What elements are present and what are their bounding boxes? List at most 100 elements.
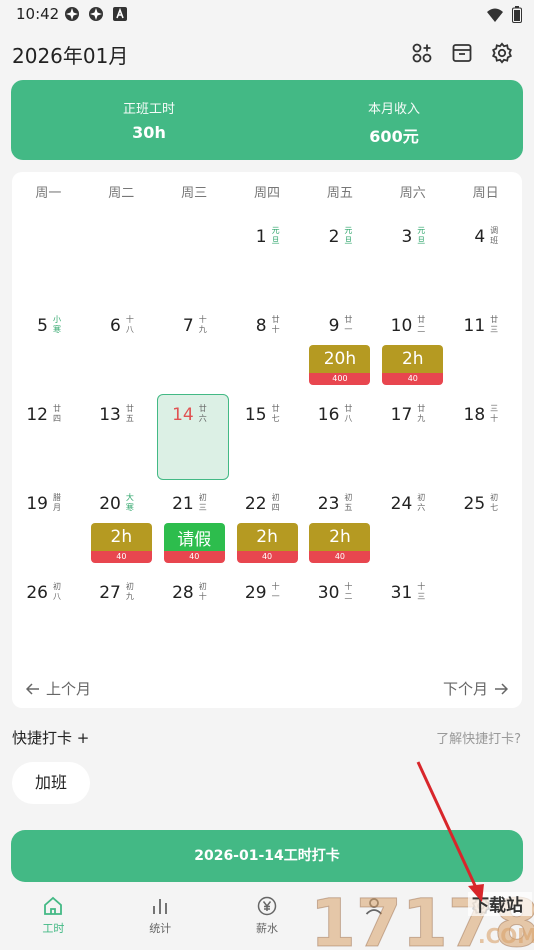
calendar-day[interactable]: 17 廿九	[376, 386, 449, 475]
lunar-date: 初十	[198, 582, 207, 601]
calendar-day[interactable]: 20 大寒 2h 40	[85, 475, 158, 564]
tab-salary-label: 薪水	[255, 922, 278, 935]
weekday-label: 周五	[326, 186, 353, 201]
watermark-logo: 17178 下载站 .COM	[310, 888, 534, 950]
calendar-day[interactable]: 30 十二	[303, 564, 376, 653]
tab-salary[interactable]: 薪水	[214, 896, 321, 936]
day-number: 20	[99, 494, 121, 514]
quick-punch-title[interactable]: 快捷打卡 +	[12, 727, 89, 748]
lunar-date: 廿一	[344, 315, 353, 334]
next-month-button[interactable]: 下个月	[443, 678, 508, 699]
calendar-day[interactable]: 7 十九	[158, 297, 231, 386]
day-number: 29	[244, 583, 267, 603]
home-icon	[44, 896, 63, 915]
calendar-day[interactable]: 29 十一	[231, 564, 304, 653]
weekday-label: 周一	[35, 186, 62, 201]
badge-amount: 40	[382, 373, 444, 385]
calendar-day[interactable]: 10 廿二 2h 40	[376, 297, 449, 386]
calendar-day[interactable]: 15 廿七	[231, 386, 304, 475]
lunar-date: 十二	[344, 582, 353, 601]
calendar-day[interactable]: 21 初三 请假 40	[158, 475, 231, 564]
lunar-date: 初九	[125, 582, 134, 601]
overtime-badge[interactable]: 2h 40	[236, 523, 298, 563]
lunar-date: 廿三	[490, 315, 499, 334]
calendar-day[interactable]: 23 初五 2h 40	[303, 475, 376, 564]
lunar-date: 廿二	[417, 315, 426, 334]
header: 2026年01月	[0, 36, 534, 72]
calendar-day[interactable]: 6 十八	[85, 297, 158, 386]
calendar-day[interactable]: 14 廿六	[158, 386, 231, 475]
day-number: 26	[26, 583, 48, 603]
calendar-day[interactable]: 24 初六	[376, 475, 449, 564]
app-icon	[65, 7, 79, 21]
lunar-date: 大寒	[125, 493, 134, 512]
regular-hours: 正班工时 30h	[79, 98, 219, 142]
calendar-day[interactable]: 3 元旦	[376, 208, 449, 297]
quick-punch-help-link[interactable]: 了解快捷打卡?	[436, 728, 521, 747]
overtime-badge[interactable]: 2h 40	[309, 523, 371, 563]
lunar-date: 元旦	[417, 226, 426, 245]
lunar-date: 初八	[53, 582, 61, 601]
calendar-day[interactable]: 22 初四 2h 40	[231, 475, 304, 564]
page-title: 2026年01月	[12, 44, 129, 68]
badge-label: 2h	[382, 345, 444, 373]
overtime-chip[interactable]: 加班	[12, 762, 90, 804]
add-apps-button[interactable]	[409, 40, 435, 66]
lunar-date: 十三	[417, 582, 426, 601]
calendar-day[interactable]: 4 调班	[449, 208, 522, 297]
badge-amount: 40	[90, 551, 152, 563]
badge-label: 2h	[236, 523, 298, 551]
lunar-date: 廿七	[271, 404, 280, 423]
calendar-day[interactable]: 28 初十	[158, 564, 231, 653]
calendar-day[interactable]: 26 初八	[12, 564, 85, 653]
overtime-badge[interactable]: 2h 40	[382, 345, 444, 385]
calendar-day[interactable]: 5 小寒	[12, 297, 85, 386]
lunar-date: 腊月	[53, 493, 61, 512]
calendar-day[interactable]: 19 腊月	[12, 475, 85, 564]
calendar-day[interactable]: 25 初七	[449, 475, 522, 564]
calendar-day[interactable]: 2 元旦	[303, 208, 376, 297]
day-number: 13	[99, 405, 121, 425]
punch-button[interactable]: 2026-01-14工时打卡	[11, 830, 523, 882]
monthly-income: 本月收入 600元	[324, 98, 464, 147]
overtime-badge[interactable]: 20h 400	[309, 345, 371, 385]
lunar-date: 调班	[490, 226, 499, 245]
calendar-day[interactable]: 12 廿四	[12, 386, 85, 475]
day-number: 1	[255, 227, 267, 247]
overtime-badge[interactable]: 2h 40	[90, 523, 152, 563]
leave-badge[interactable]: 请假 40	[163, 523, 225, 563]
calendar: 周一 周二 周三 周四 周五 周六 周日 1 元旦 2 元旦 3 元旦 4 调班 5 小寒 6 十八 7 十九 8 廿十 9…	[12, 172, 522, 708]
calendar-day[interactable]: 31 十三	[376, 564, 449, 653]
lunar-date: 元旦	[344, 226, 353, 245]
calendar-day[interactable]: 11 廿三	[449, 297, 522, 386]
monthly-income-value: 600元	[369, 127, 419, 146]
lunar-date: 初七	[490, 493, 499, 512]
calendar-day[interactable]: 27 初九	[85, 564, 158, 653]
calendar-day[interactable]: 8 廿十	[231, 297, 304, 386]
calendar-day[interactable]: 9 廿一 20h 400	[303, 297, 376, 386]
yen-icon	[257, 896, 277, 916]
badge-amount: 400	[309, 373, 371, 385]
archive-button[interactable]	[449, 40, 475, 66]
tab-stats[interactable]: 统计	[107, 896, 214, 936]
prev-month-button[interactable]: 上个月	[26, 678, 91, 699]
calendar-day[interactable]: 1 元旦	[231, 208, 304, 297]
weekday-label: 周二	[108, 186, 135, 201]
app-icon	[89, 7, 103, 21]
calendar-day[interactable]: 13 廿五	[85, 386, 158, 475]
day-number: 8	[255, 316, 267, 336]
calendar-day[interactable]: 18 三十	[449, 386, 522, 475]
calendar-day[interactable]: 16 廿八	[303, 386, 376, 475]
badge-label: 20h	[309, 345, 371, 373]
day-number: 22	[244, 494, 267, 514]
lunar-date: 廿八	[344, 404, 353, 423]
tab-hours[interactable]: 工时	[0, 896, 107, 936]
day-number: 31	[390, 583, 413, 603]
monthly-income-label: 本月收入	[367, 102, 420, 117]
settings-button[interactable]	[489, 40, 515, 66]
a-icon	[113, 7, 127, 21]
day-number: 10	[390, 316, 413, 336]
summary-card: 正班工时 30h 本月收入 600元	[11, 80, 523, 160]
weekday-label: 周三	[181, 186, 208, 201]
lunar-date: 廿四	[53, 404, 61, 423]
